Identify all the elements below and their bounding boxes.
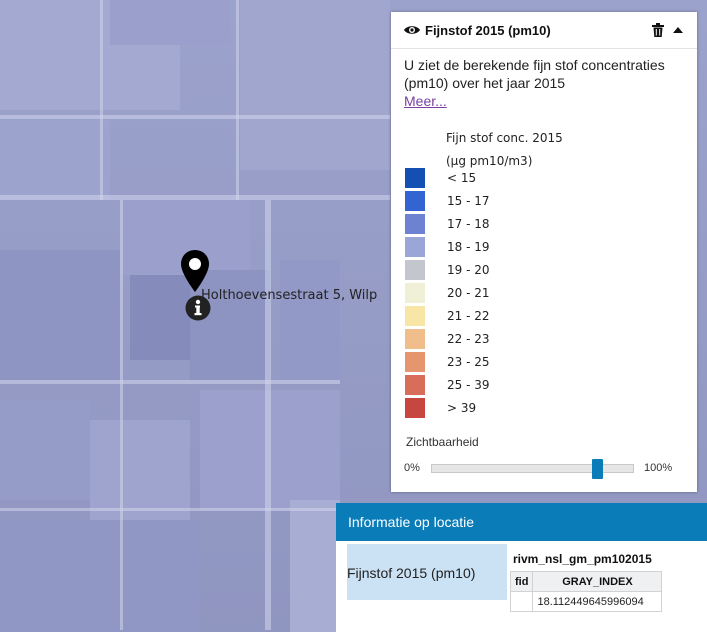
more-link[interactable]: Meer... [404,93,447,109]
opacity-max-label: 100% [644,462,673,474]
legend-swatch [405,352,425,372]
legend-title: Fijnstof 2015 (pm10) [425,23,551,38]
feature-table: fid GRAY_INDEX 18.112449645996094 [509,571,663,612]
legend-label: 15 - 17 [447,194,490,208]
map-field [280,260,340,380]
map-field [110,0,230,45]
info-panel-title: Informatie op locatie [348,514,475,530]
map-pin-icon[interactable] [180,249,210,293]
map-road [0,508,336,511]
info-layer-cell[interactable]: Fijnstof 2015 (pm10) [347,544,507,600]
map-field [90,420,190,530]
map-road [236,0,239,200]
legend-swatch [405,283,425,303]
feature-layer-title: rivm_nsl_gm_pm102015 [513,552,652,566]
legend-swatch [405,214,425,234]
legend-swatch [405,329,425,349]
legend-header: Fijnstof 2015 (pm10) [391,12,697,49]
legend-scale-title-line1: Fijn stof conc. 2015 [446,131,563,145]
map-road [265,200,271,630]
legend-swatch [405,168,425,188]
trash-icon[interactable] [652,23,664,37]
table-header-gray-index: GRAY_INDEX [532,571,663,592]
legend-description: U ziet de berekende fijn stof concentrat… [404,57,665,91]
legend-label: 20 - 21 [447,286,490,300]
legend-swatch [405,398,425,418]
info-layer-name: Fijnstof 2015 (pm10) [347,565,476,581]
legend-label: 18 - 19 [447,240,490,254]
legend-label: < 15 [447,171,477,185]
legend-swatch [405,375,425,395]
info-panel: Informatie op locatie Fijnstof 2015 (pm1… [336,503,707,632]
legend-label: 25 - 39 [447,378,490,392]
map-field [240,0,390,170]
opacity-min-label: 0% [404,462,420,474]
legend-swatch [405,306,425,326]
legend-label: 21 - 22 [447,309,490,323]
map-field [0,400,90,500]
map-road [0,195,390,200]
table-header-row: fid GRAY_INDEX [509,571,663,592]
legend-label: 23 - 25 [447,355,490,369]
table-row: 18.112449645996094 [509,591,663,612]
table-cell-fid [509,591,534,612]
legend-swatch [405,260,425,280]
table-cell-gray-index: 18.112449645996094 [532,591,663,612]
legend-swatch [405,237,425,257]
legend-label: > 39 [447,401,477,415]
map-field [0,120,110,200]
map-road [0,115,390,119]
map-field [0,250,120,380]
legend-label: 22 - 23 [447,332,490,346]
legend-scale-title: Fijn stof conc. 2015 (µg pm10/m3) [446,127,563,173]
map-field [290,500,340,632]
marker-address-label: Holthoevensestraat 5, Wilp [201,288,378,303]
opacity-slider[interactable] [431,459,634,479]
map-field [0,520,200,632]
opacity-label: Zichtbaarheid [406,435,479,449]
opacity-slider-handle[interactable] [592,459,603,479]
map-road [120,200,123,630]
eye-icon[interactable] [403,24,421,36]
chevron-up-icon[interactable] [673,27,683,33]
legend-scale-title-line2: (µg pm10/m3) [446,154,533,168]
info-panel-header: Informatie op locatie [336,503,707,541]
map-road [100,0,103,200]
map-road [0,380,340,384]
legend-label: 17 - 18 [447,217,490,231]
legend-swatch [405,191,425,211]
table-header-fid: fid [509,571,534,592]
legend-label: 19 - 20 [447,263,490,277]
legend-panel: Fijnstof 2015 (pm10) U ziet de berekende… [391,12,697,492]
